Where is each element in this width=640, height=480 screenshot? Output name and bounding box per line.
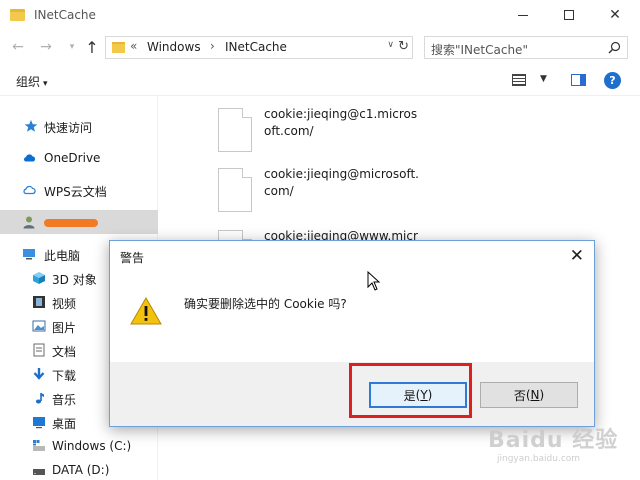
cloud-outline-icon	[23, 185, 36, 195]
address-row: ← → ▾ ↑ « Windows › INetCache ∨ ↻ 搜索"INe…	[0, 32, 640, 62]
watermark-logo: Baidu 经验	[488, 428, 619, 453]
desktop-icon	[33, 417, 45, 429]
no-button[interactable]: 否(N)	[480, 382, 578, 408]
sidebar-item-wps-cloud[interactable]: WPS云文档	[0, 178, 158, 202]
computer-icon	[23, 249, 35, 260]
window-title: INetCache	[34, 8, 96, 22]
dialog-message: 确实要删除选中的 Cookie 吗?	[184, 297, 347, 311]
sidebar-item-drive-c[interactable]: Windows (C:)	[0, 434, 158, 458]
sidebar-item-label: 图片	[52, 321, 77, 335]
maximize-button[interactable]	[546, 0, 592, 30]
help-icon[interactable]: ?	[604, 72, 621, 89]
sidebar-item-label: 此电脑	[44, 249, 81, 263]
organize-label: 组织	[16, 75, 41, 89]
dialog-title: 警告	[120, 251, 145, 265]
dialog-close-button[interactable]: ✕	[570, 246, 584, 266]
minimize-button[interactable]	[500, 0, 546, 30]
cube-icon	[33, 272, 45, 284]
user-icon	[23, 216, 35, 229]
file-name: cookie:jieqing@c1.microsoft.com/	[264, 107, 418, 138]
organize-menu[interactable]: 组织 ▾	[16, 73, 48, 90]
dialog-title-bar[interactable]: 警告 ✕	[110, 241, 594, 272]
sidebar-item-label: 文档	[52, 345, 77, 359]
sidebar-item-label: 音乐	[52, 393, 77, 407]
watermark-url: jingyan.baidu.com	[497, 454, 581, 464]
back-button[interactable]: ←	[8, 37, 28, 57]
sidebar-item-quick-access[interactable]: 快速访问	[0, 114, 158, 138]
file-item[interactable]: cookie:jieqing@microsoft.com/	[218, 166, 438, 226]
minimize-icon	[518, 14, 528, 16]
warning-icon	[130, 296, 162, 325]
address-bar[interactable]: « Windows › INetCache ∨ ↻	[105, 36, 413, 59]
sidebar-item-label: 快速访问	[44, 121, 93, 135]
star-icon	[24, 120, 38, 132]
sidebar-item-label: 视频	[52, 297, 77, 311]
explorer-title-bar: INetCache ✕	[0, 0, 640, 32]
close-window-button[interactable]: ✕	[592, 0, 638, 30]
preview-pane-icon[interactable]	[571, 74, 586, 86]
address-dropdown-icon[interactable]: ∨	[387, 40, 394, 50]
refresh-icon[interactable]: ↻	[398, 39, 409, 54]
sidebar-item-onedrive[interactable]: OneDrive	[0, 146, 158, 170]
file-item[interactable]: cookie:jieqing@c1.microsoft.com/	[218, 106, 438, 166]
mouse-cursor-icon	[367, 271, 381, 291]
no-accelerator: N	[530, 388, 540, 402]
cloud-icon	[24, 154, 36, 162]
view-options-dropdown-icon[interactable]: ▼	[540, 74, 547, 84]
folder-icon	[112, 42, 125, 53]
arrow-right-icon: →	[40, 39, 52, 55]
music-icon	[35, 393, 44, 404]
maximize-icon	[564, 10, 574, 20]
search-placeholder: 搜索"INetCache"	[431, 43, 528, 57]
search-icon	[608, 41, 621, 54]
arrow-left-icon: ←	[12, 39, 24, 55]
sidebar-item-drive-d[interactable]: DATA (D:)	[0, 458, 158, 480]
breadcrumb-overflow[interactable]: «	[130, 39, 137, 53]
file-name: cookie:jieqing@microsoft.com/	[264, 167, 419, 198]
close-icon: ✕	[609, 7, 621, 23]
breadcrumb-windows[interactable]: Windows	[147, 40, 201, 54]
command-bar: 组织 ▾ ▼ ?	[0, 66, 640, 96]
sidebar-item-label: 3D 对象	[52, 273, 97, 287]
breadcrumb-separator[interactable]: ›	[210, 39, 215, 53]
details-view-icon[interactable]	[512, 74, 526, 86]
drive-c-icon	[33, 440, 45, 451]
no-label: 否	[513, 388, 526, 403]
search-input[interactable]: 搜索"INetCache"	[424, 36, 628, 59]
up-button[interactable]: ↑	[82, 37, 102, 57]
drive-d-icon	[33, 469, 45, 475]
sidebar-item-label: DATA (D:)	[52, 463, 110, 477]
sidebar-item-label: Windows (C:)	[52, 439, 132, 453]
film-icon	[33, 296, 45, 308]
redaction-mark	[44, 219, 98, 227]
highlight-box	[349, 363, 472, 418]
sidebar-item-user[interactable]	[0, 210, 158, 234]
sidebar-item-label: 桌面	[52, 417, 77, 431]
download-icon	[33, 368, 45, 380]
arrow-up-icon: ↑	[85, 37, 99, 57]
picture-icon	[32, 320, 46, 332]
recent-locations-button[interactable]: ▾	[62, 37, 82, 57]
document-icon	[33, 343, 45, 357]
sidebar-item-label: 下载	[52, 369, 77, 383]
file-icon	[218, 168, 252, 212]
sidebar-item-label: WPS云文档	[44, 185, 107, 199]
dialog-body: 确实要删除选中的 Cookie 吗?	[110, 272, 594, 362]
sidebar-item-label: OneDrive	[44, 151, 101, 165]
chevron-down-icon: ▾	[69, 42, 75, 52]
forward-button[interactable]: →	[36, 37, 56, 57]
chevron-down-icon: ▾	[43, 79, 48, 89]
breadcrumb-inetcache[interactable]: INetCache	[225, 40, 287, 54]
folder-icon	[10, 9, 25, 21]
file-icon	[218, 108, 252, 152]
